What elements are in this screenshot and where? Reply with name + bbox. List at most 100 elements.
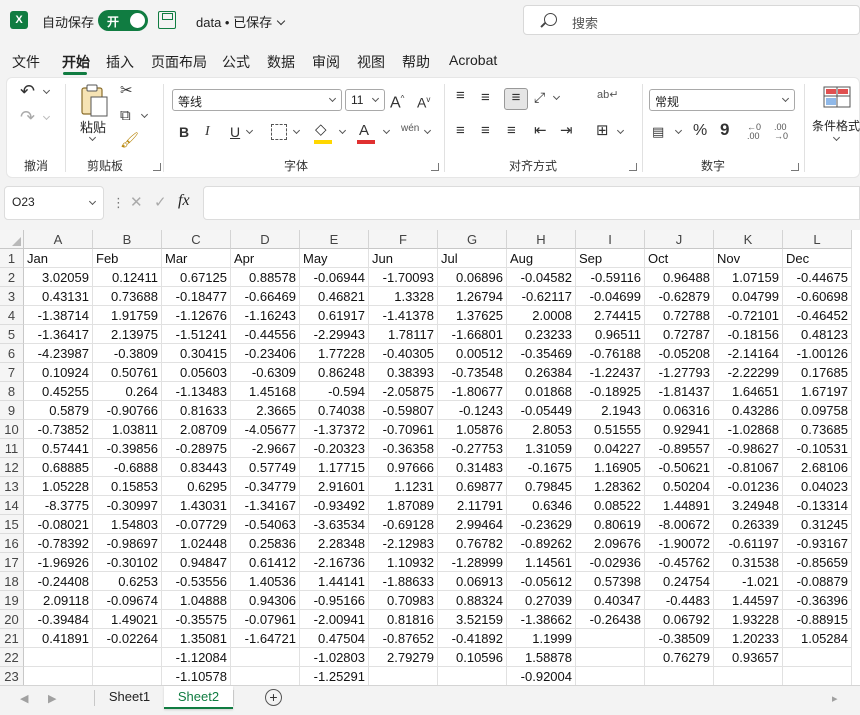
- data-cell[interactable]: -1.80677: [438, 382, 507, 401]
- data-cell[interactable]: -0.02936: [576, 553, 645, 572]
- data-cell[interactable]: 1.93228: [714, 610, 783, 629]
- header-cell[interactable]: Oct: [645, 249, 714, 268]
- data-cell[interactable]: [576, 629, 645, 648]
- row-header[interactable]: 18: [0, 572, 24, 591]
- data-cell[interactable]: -0.07961: [231, 610, 300, 629]
- data-cell[interactable]: [645, 667, 714, 685]
- row-header[interactable]: 2: [0, 268, 24, 287]
- data-cell[interactable]: -0.23406: [231, 344, 300, 363]
- data-cell[interactable]: -0.34779: [231, 477, 300, 496]
- data-cell[interactable]: 1.26794: [438, 287, 507, 306]
- data-cell[interactable]: 0.264: [93, 382, 162, 401]
- increase-indent-icon[interactable]: ⇥: [560, 122, 573, 140]
- row-header[interactable]: 12: [0, 458, 24, 477]
- data-cell[interactable]: -0.54063: [231, 515, 300, 534]
- data-cell[interactable]: 2.74415: [576, 306, 645, 325]
- data-cell[interactable]: 0.76782: [438, 534, 507, 553]
- data-cell[interactable]: [93, 667, 162, 685]
- data-cell[interactable]: 1.49021: [93, 610, 162, 629]
- data-cell[interactable]: -0.39856: [93, 439, 162, 458]
- data-cell[interactable]: -0.1675: [507, 458, 576, 477]
- data-cell[interactable]: 0.97666: [369, 458, 438, 477]
- row-header[interactable]: 9: [0, 401, 24, 420]
- data-cell[interactable]: -0.05612: [507, 572, 576, 591]
- data-cell[interactable]: 0.96511: [576, 325, 645, 344]
- sheet-tab-sheet2[interactable]: Sheet2: [164, 686, 233, 709]
- scroll-right-icon[interactable]: ▸: [832, 692, 838, 705]
- data-cell[interactable]: 0.27039: [507, 591, 576, 610]
- data-cell[interactable]: -1.28999: [438, 553, 507, 572]
- column-header-b[interactable]: B: [93, 230, 162, 249]
- data-cell[interactable]: -1.38662: [507, 610, 576, 629]
- underline-dropdown-icon[interactable]: [245, 126, 254, 135]
- data-cell[interactable]: -0.59116: [576, 268, 645, 287]
- data-cell[interactable]: 0.72788: [645, 306, 714, 325]
- data-cell[interactable]: 0.04023: [783, 477, 852, 496]
- bold-button[interactable]: B: [179, 123, 189, 141]
- data-cell[interactable]: [231, 648, 300, 667]
- fill-color-icon[interactable]: ◇: [315, 121, 327, 139]
- header-cell[interactable]: Apr: [231, 249, 300, 268]
- data-cell[interactable]: -1.25291: [300, 667, 369, 685]
- data-cell[interactable]: 1.28362: [576, 477, 645, 496]
- data-cell[interactable]: -2.9667: [231, 439, 300, 458]
- italic-button[interactable]: I: [205, 123, 210, 141]
- row-header[interactable]: 17: [0, 553, 24, 572]
- data-cell[interactable]: -0.23629: [507, 515, 576, 534]
- data-cell[interactable]: 1.05284: [783, 629, 852, 648]
- data-cell[interactable]: 0.05603: [162, 363, 231, 382]
- data-cell[interactable]: -0.90766: [93, 401, 162, 420]
- data-cell[interactable]: -0.40305: [369, 344, 438, 363]
- data-cell[interactable]: -0.02264: [93, 629, 162, 648]
- column-header-f[interactable]: F: [369, 230, 438, 249]
- data-cell[interactable]: 0.80619: [576, 515, 645, 534]
- data-cell[interactable]: -0.05208: [645, 344, 714, 363]
- data-cell[interactable]: 0.26339: [714, 515, 783, 534]
- data-cell[interactable]: -0.59807: [369, 401, 438, 420]
- insert-function-icon[interactable]: fx: [178, 192, 190, 210]
- data-cell[interactable]: -1.37372: [300, 420, 369, 439]
- more-options-icon[interactable]: ⋮: [112, 195, 125, 211]
- autosave-toggle[interactable]: 开: [98, 10, 148, 31]
- redo-icon[interactable]: ↷: [20, 108, 35, 126]
- data-cell[interactable]: -1.34167: [231, 496, 300, 515]
- data-cell[interactable]: [438, 667, 507, 685]
- data-cell[interactable]: 1.44597: [714, 591, 783, 610]
- data-cell[interactable]: -2.16736: [300, 553, 369, 572]
- row-header[interactable]: 3: [0, 287, 24, 306]
- data-cell[interactable]: -1.66801: [438, 325, 507, 344]
- data-cell[interactable]: -0.61197: [714, 534, 783, 553]
- data-cell[interactable]: 0.57749: [231, 458, 300, 477]
- header-cell[interactable]: Aug: [507, 249, 576, 268]
- data-cell[interactable]: 0.94306: [231, 591, 300, 610]
- font-color-icon[interactable]: A: [359, 122, 369, 140]
- data-cell[interactable]: -1.38714: [24, 306, 93, 325]
- alignment-launcher-icon[interactable]: [629, 163, 637, 171]
- data-cell[interactable]: -0.06944: [300, 268, 369, 287]
- undo-dropdown-icon[interactable]: [42, 86, 51, 95]
- row-header[interactable]: 19: [0, 591, 24, 610]
- data-cell[interactable]: 0.70983: [369, 591, 438, 610]
- formula-input[interactable]: [203, 186, 860, 220]
- data-cell[interactable]: 1.45168: [231, 382, 300, 401]
- header-cell[interactable]: Mar: [162, 249, 231, 268]
- data-cell[interactable]: -1.64721: [231, 629, 300, 648]
- data-cell[interactable]: 0.96488: [645, 268, 714, 287]
- data-cell[interactable]: 0.73688: [93, 287, 162, 306]
- data-cell[interactable]: 0.25836: [231, 534, 300, 553]
- merge-dropdown-icon[interactable]: [616, 126, 625, 135]
- data-cell[interactable]: 1.67197: [783, 382, 852, 401]
- font-launcher-icon[interactable]: [431, 163, 439, 171]
- data-cell[interactable]: 0.46821: [300, 287, 369, 306]
- data-cell[interactable]: 0.38393: [369, 363, 438, 382]
- data-cell[interactable]: 0.23233: [507, 325, 576, 344]
- accounting-dropdown-icon[interactable]: [674, 126, 683, 135]
- tab-review[interactable]: 审阅: [312, 52, 340, 72]
- data-cell[interactable]: -0.30102: [93, 553, 162, 572]
- column-header-a[interactable]: A: [24, 230, 93, 249]
- data-cell[interactable]: -0.44675: [783, 268, 852, 287]
- data-cell[interactable]: [24, 667, 93, 685]
- merge-center-icon[interactable]: ⊞: [596, 122, 609, 140]
- data-cell[interactable]: 0.06316: [645, 401, 714, 420]
- data-cell[interactable]: 1.05876: [438, 420, 507, 439]
